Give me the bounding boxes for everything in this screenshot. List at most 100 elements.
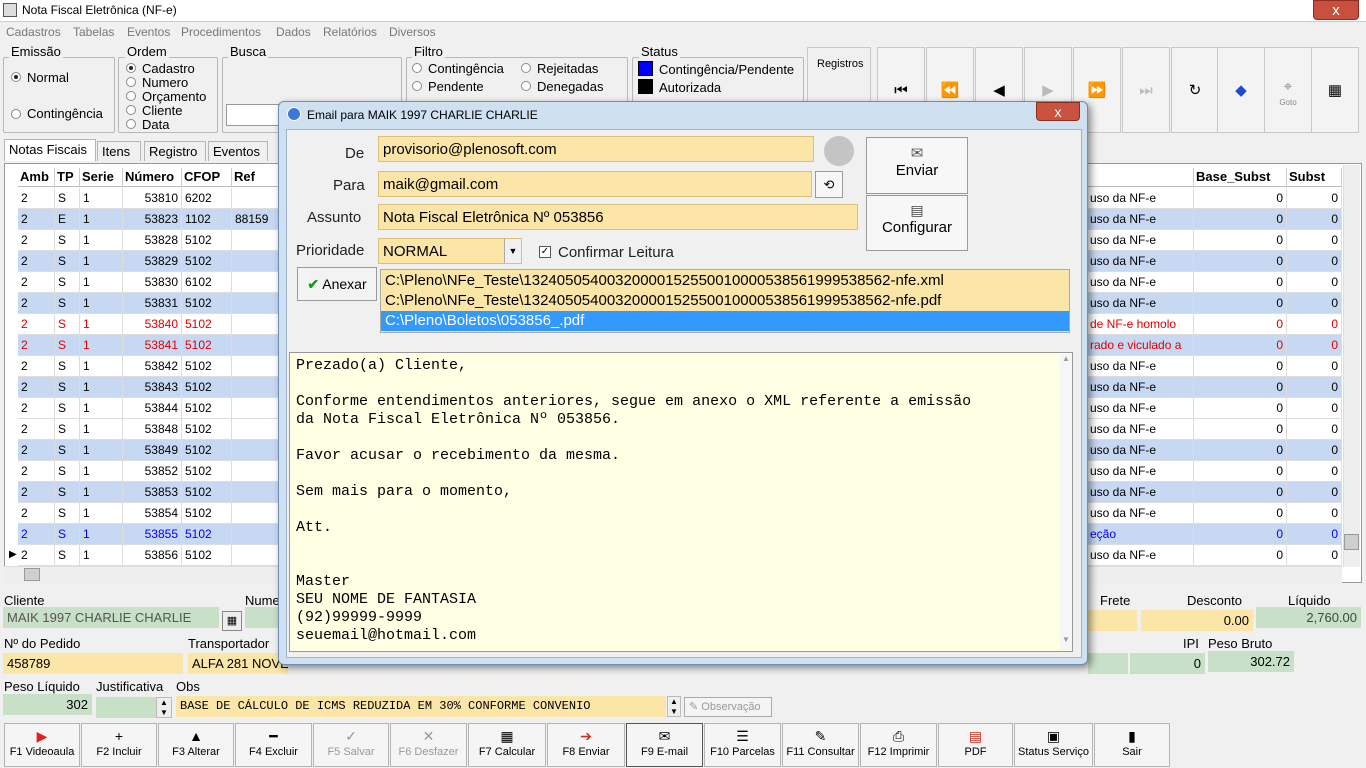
desconto-field[interactable]: 0.00 — [1141, 610, 1253, 631]
busca-input[interactable] — [226, 104, 282, 126]
attachment-item[interactable]: C:\Pleno\NFe_Teste\132405054003200001525… — [381, 291, 1069, 311]
refresh-button[interactable]: ↻ — [1171, 47, 1219, 133]
window-close-button[interactable]: x — [1313, 0, 1359, 20]
peso-liquido-field[interactable]: 302 — [3, 694, 92, 715]
cell-base: 0 — [1194, 545, 1287, 565]
menu-relatorios[interactable]: Relatórios — [323, 25, 377, 39]
menu-cadastros[interactable]: Cadastros — [6, 25, 61, 39]
cell-subst: 0 — [1287, 524, 1342, 544]
col-numero[interactable]: Número — [123, 168, 182, 187]
configurar-button[interactable]: ▤ Configurar — [866, 195, 968, 251]
fkey-7-button[interactable]: ▦ F7 Calcular — [468, 723, 546, 767]
address-book-icon: ⟲ — [823, 177, 835, 192]
ordem-orcamento-radio[interactable] — [126, 91, 136, 101]
justificativa-field[interactable] — [96, 697, 156, 718]
cell-cfop: 5102 — [182, 251, 232, 271]
registros-label: Registros — [817, 58, 864, 70]
fkey-icon: ▮ — [1128, 728, 1136, 744]
obs-spinner[interactable]: ▲ ▼ — [667, 696, 681, 717]
enviar-button[interactable]: ✉ Enviar — [866, 137, 968, 194]
fkey-1-button[interactable]: ▶ F1 Videoaula — [4, 723, 80, 767]
dialog-close-button[interactable]: x — [1036, 102, 1080, 121]
tab-notas-fiscais[interactable]: Notas Fiscais — [4, 139, 96, 161]
col-serie[interactable]: Serie — [80, 168, 123, 187]
peso-bruto-field[interactable]: 302.72 — [1208, 651, 1294, 672]
filtro-pendente-radio[interactable] — [412, 81, 422, 91]
filtro-denegadas-radio[interactable] — [521, 81, 531, 91]
menu-eventos[interactable]: Eventos — [127, 25, 170, 39]
tab-itens[interactable]: Itens — [97, 141, 141, 161]
filtro-contingencia-radio[interactable] — [412, 63, 422, 73]
fkey-6-button[interactable]: ✕ F6 Desfazer — [390, 723, 467, 767]
grid-view-button[interactable]: ▦ — [1311, 47, 1359, 133]
grid-vscroll[interactable] — [1343, 165, 1360, 567]
ordem-cliente-radio[interactable] — [126, 105, 136, 115]
fkey-12-button[interactable]: ⎙ F12 Imprimir — [860, 723, 937, 767]
cell-cfop: 5102 — [182, 230, 232, 250]
cell-serie: 1 — [80, 482, 123, 502]
fkey-15-button[interactable]: ▮ Sair — [1094, 723, 1170, 767]
tag-button[interactable]: ◆ — [1217, 47, 1265, 133]
fkey-2-button[interactable]: + F2 Incluir — [81, 723, 157, 767]
ordem-cadastro-radio[interactable] — [126, 63, 136, 73]
cell-status: uso da NF-e — [1087, 545, 1194, 565]
frete-field[interactable] — [1088, 610, 1137, 631]
col-ref[interactable]: Ref — [232, 168, 282, 187]
grid-vscroll-thumb[interactable] — [1344, 534, 1359, 550]
menu-procedimentos[interactable]: Procedimentos — [181, 25, 261, 39]
col-amb[interactable]: Amb — [18, 168, 55, 187]
cliente-field[interactable]: MAIK 1997 CHARLIE CHARLIE — [3, 607, 219, 628]
numero-field[interactable] — [245, 607, 280, 628]
menu-diversos[interactable]: Diversos — [389, 25, 436, 39]
emissao-contingencia-radio[interactable] — [11, 109, 21, 119]
goto-button[interactable]: ⌖ Goto — [1264, 47, 1312, 133]
fkey-5-button[interactable]: ✓ F5 Salvar — [313, 723, 389, 767]
cliente-label: Cliente — [4, 593, 45, 608]
attachment-item[interactable]: C:\Pleno\Boletos\053856_.pdf — [381, 311, 1069, 331]
ordem-numero-radio[interactable] — [126, 77, 136, 87]
confirmar-leitura-checkbox[interactable]: ✓ — [539, 246, 551, 258]
last-record-button[interactable]: ⏭ — [1122, 47, 1170, 133]
fkey-9-button[interactable]: ✉ F9 E-mail — [626, 723, 703, 767]
ipi-field[interactable]: 0 — [1130, 653, 1205, 674]
assunto-field[interactable]: Nota Fiscal Eletrônica Nº 053856 — [378, 204, 858, 230]
chevron-down-icon[interactable]: ▼ — [504, 239, 521, 263]
fkey-8-button[interactable]: ➔ F8 Enviar — [547, 723, 625, 767]
menu-dados[interactable]: Dados — [276, 25, 311, 39]
pedido-field[interactable]: 458789 — [3, 653, 183, 674]
col-subst[interactable]: Subst — [1287, 168, 1342, 187]
de-field[interactable]: provisorio@plenosoft.com — [378, 136, 814, 162]
anexar-button[interactable]: ✔ Anexar — [297, 267, 377, 301]
transportador-field[interactable]: ALFA 281 NOVEMBER ECHO LI — [188, 653, 288, 674]
prioridade-select[interactable]: NORMAL — [378, 238, 522, 264]
observacao-button[interactable]: ✎ Observação — [684, 697, 772, 717]
para-field[interactable]: maik@gmail.com — [378, 171, 812, 197]
fkey-14-button[interactable]: ▣ Status Serviço — [1014, 723, 1093, 767]
attachment-item[interactable]: C:\Pleno\NFe_Teste\132405054003200001525… — [381, 271, 1069, 291]
col-base-subst[interactable]: Base_Subst — [1194, 168, 1287, 187]
obs-field[interactable]: BASE DE CÁLCULO DE ICMS REDUZIDA EM 30% … — [176, 696, 666, 717]
fkey-3-button[interactable]: ▲ F3 Alterar — [158, 723, 234, 767]
tab-eventos[interactable]: Eventos — [208, 141, 268, 161]
menu-tabelas[interactable]: Tabelas — [73, 25, 114, 39]
liquido-field[interactable]: 2,760.00 — [1256, 607, 1361, 628]
fkey-10-button[interactable]: ☰ F10 Parcelas — [704, 723, 781, 767]
fkey-13-button[interactable]: ▤ PDF — [938, 723, 1013, 767]
ordem-data-radio[interactable] — [126, 119, 136, 129]
message-vscroll[interactable]: ▲ ▼ — [1060, 354, 1072, 650]
cliente-lookup-button[interactable]: ▦ — [222, 611, 242, 631]
col-tp[interactable]: TP — [55, 168, 80, 187]
address-book-button[interactable]: ⟲ — [815, 171, 843, 198]
col-cfop[interactable]: CFOP — [182, 168, 232, 187]
emissao-normal-radio[interactable] — [11, 72, 21, 82]
tab-registro[interactable]: Registro — [144, 141, 206, 161]
next-icon: ▶ — [1042, 82, 1054, 99]
fkey-11-button[interactable]: ✎ F11 Consultar — [782, 723, 859, 767]
justificativa-spinner[interactable]: ▲ ▼ — [156, 697, 172, 718]
cell-cfop: 6102 — [182, 272, 232, 292]
fkey-4-button[interactable]: ━ F4 Excluir — [235, 723, 312, 767]
col-status[interactable] — [1087, 168, 1194, 187]
filtro-rejeitadas-radio[interactable] — [521, 63, 531, 73]
cell-subst: 0 — [1287, 440, 1342, 460]
grid-hscroll-thumb[interactable] — [24, 568, 40, 581]
